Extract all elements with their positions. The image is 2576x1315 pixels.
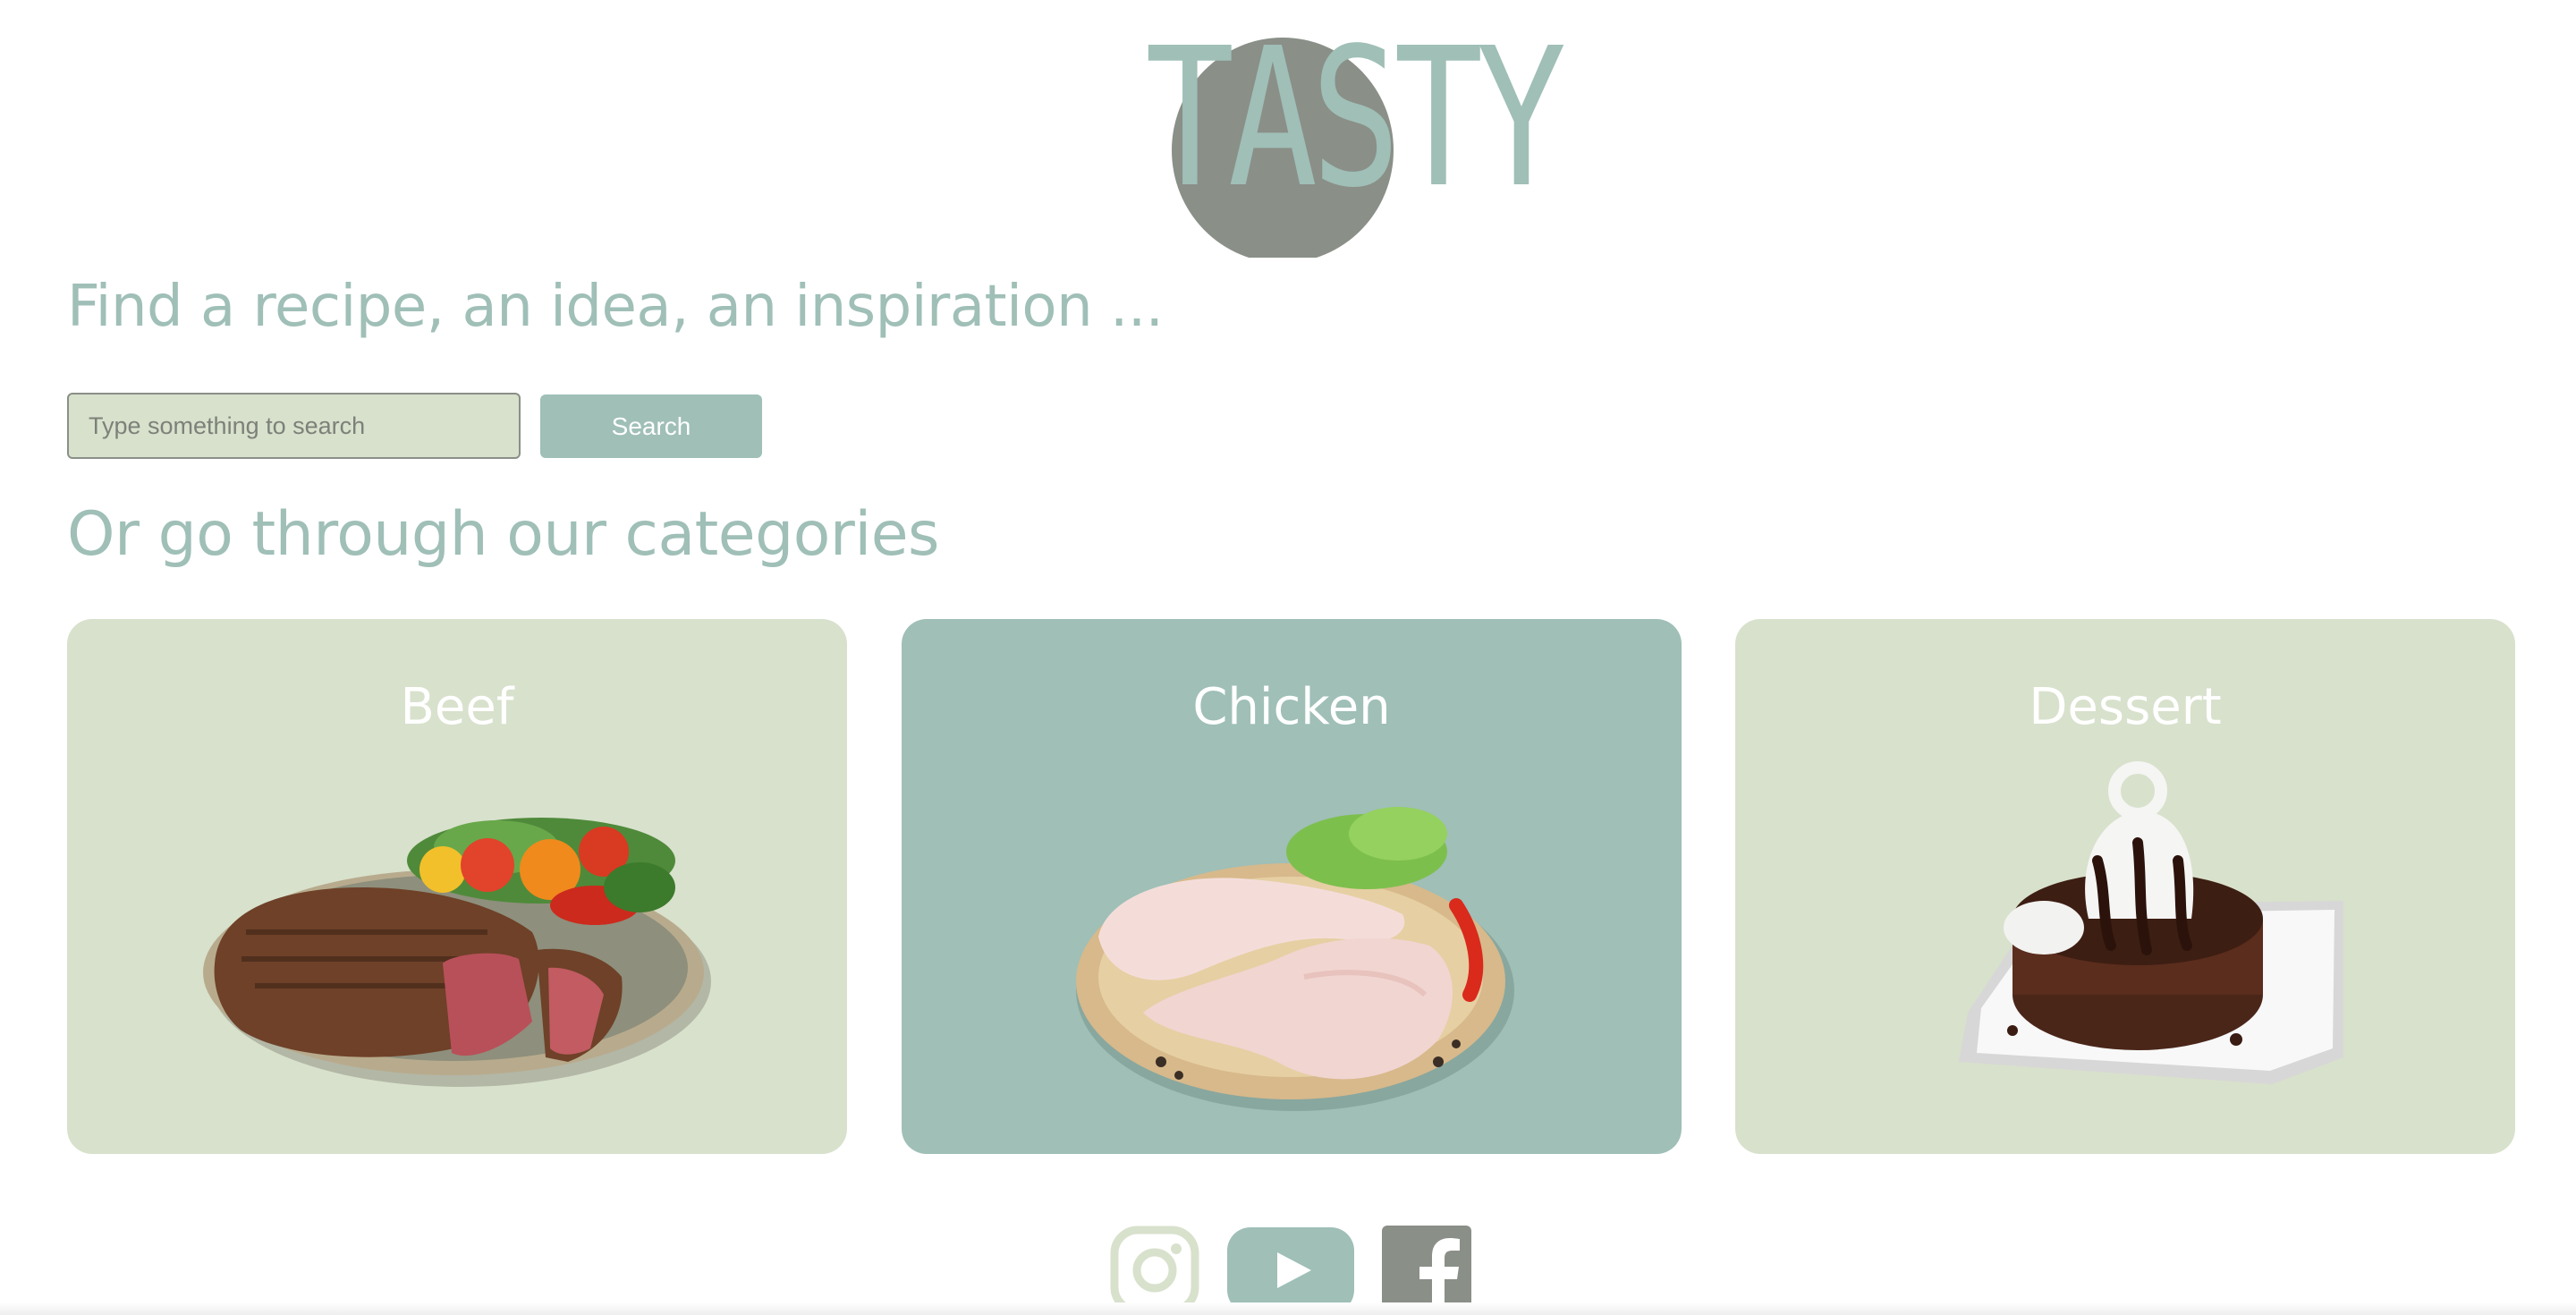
facebook-icon[interactable] [1382,1226,1471,1315]
hero-heading: Find a recipe, an idea, an inspiration .… [67,274,1164,340]
search-button[interactable]: Search [540,394,762,458]
category-card-beef[interactable]: Beef [67,619,847,1154]
category-card-chicken[interactable]: Chicken [902,619,1682,1154]
category-title: Beef [400,678,514,736]
categories-heading: Or go through our categories [67,499,940,570]
logo-text: TASTY [1145,7,1566,230]
category-title: Chicken [1192,678,1391,736]
instagram-icon[interactable] [1110,1226,1199,1315]
category-title: Dessert [2029,678,2222,736]
youtube-icon[interactable] [1225,1226,1356,1315]
tasty-logo[interactable]: TASTY [1113,7,1566,258]
category-card-dessert[interactable]: Dessert [1735,619,2515,1154]
page: TASTY Find a recipe, an idea, an inspira… [0,0,2576,1315]
chicken-legs-image [902,753,1682,1129]
search-input[interactable] [67,393,521,459]
beef-steak-image [67,753,847,1129]
bottom-shade [0,1302,2576,1315]
chocolate-dessert-image [1735,753,2515,1129]
